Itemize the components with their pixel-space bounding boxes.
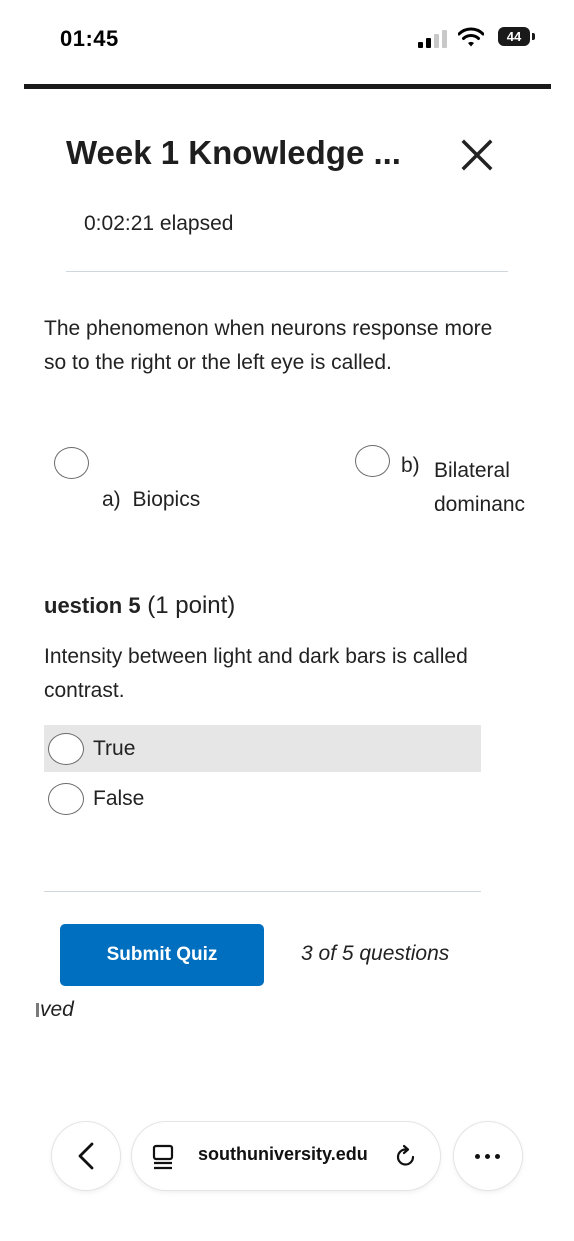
option-b-letter: b) (401, 454, 420, 477)
option-a-label: a) Biopics (102, 488, 200, 512)
question-4-text: The phenomenon when neurons response mor… (44, 317, 493, 374)
question-number: uestion 5 (44, 593, 141, 618)
header-divider (24, 84, 551, 89)
option-b-text: Bilateral dominanc (434, 454, 574, 522)
option-false-row[interactable]: False (44, 775, 481, 822)
saved-status-text: ved (40, 998, 74, 1021)
page-title: Week 1 Knowledge ... (66, 134, 401, 171)
divider (44, 891, 481, 892)
close-icon[interactable] (456, 134, 498, 176)
reload-icon[interactable] (394, 1144, 418, 1168)
radio-true[interactable] (48, 733, 84, 765)
radio-false[interactable] (48, 783, 84, 815)
more-icon[interactable] (454, 1122, 522, 1190)
question-points: (1 point) (147, 592, 236, 619)
option-a-letter: a) (102, 488, 121, 511)
status-time: 01:45 (60, 26, 119, 51)
url-text[interactable]: southuniversity.edu (198, 1144, 368, 1165)
question-5-text: Intensity between light and dark bars is… (44, 645, 468, 702)
chevron-left-icon (78, 1142, 94, 1170)
battery-cap (532, 33, 535, 40)
elapsed-timer: 0:02:21 elapsed (84, 212, 234, 235)
saved-status: ved (36, 998, 74, 1022)
option-a-text: Biopics (132, 488, 201, 511)
divider (66, 271, 508, 272)
question-5-heading: uestion 5 (1 point) (44, 592, 235, 620)
tab-icon[interactable] (152, 1144, 174, 1170)
browser-back-button[interactable] (52, 1122, 120, 1190)
option-b-label: Bilateral dominanc (434, 459, 526, 516)
option-true-row[interactable]: True (44, 725, 481, 772)
radio-option-a[interactable] (54, 447, 89, 479)
address-bar[interactable]: southuniversity.edu (132, 1122, 440, 1190)
question-progress: 3 of 5 questions (301, 942, 450, 965)
submit-quiz-button[interactable]: Submit Quiz (60, 924, 264, 986)
cellular-signal-icon (418, 30, 452, 48)
radio-option-b[interactable] (355, 445, 390, 477)
option-true-label: True (93, 737, 136, 760)
battery-icon: 44 (498, 27, 530, 46)
wifi-icon (458, 27, 484, 47)
option-false-label: False (93, 787, 145, 810)
